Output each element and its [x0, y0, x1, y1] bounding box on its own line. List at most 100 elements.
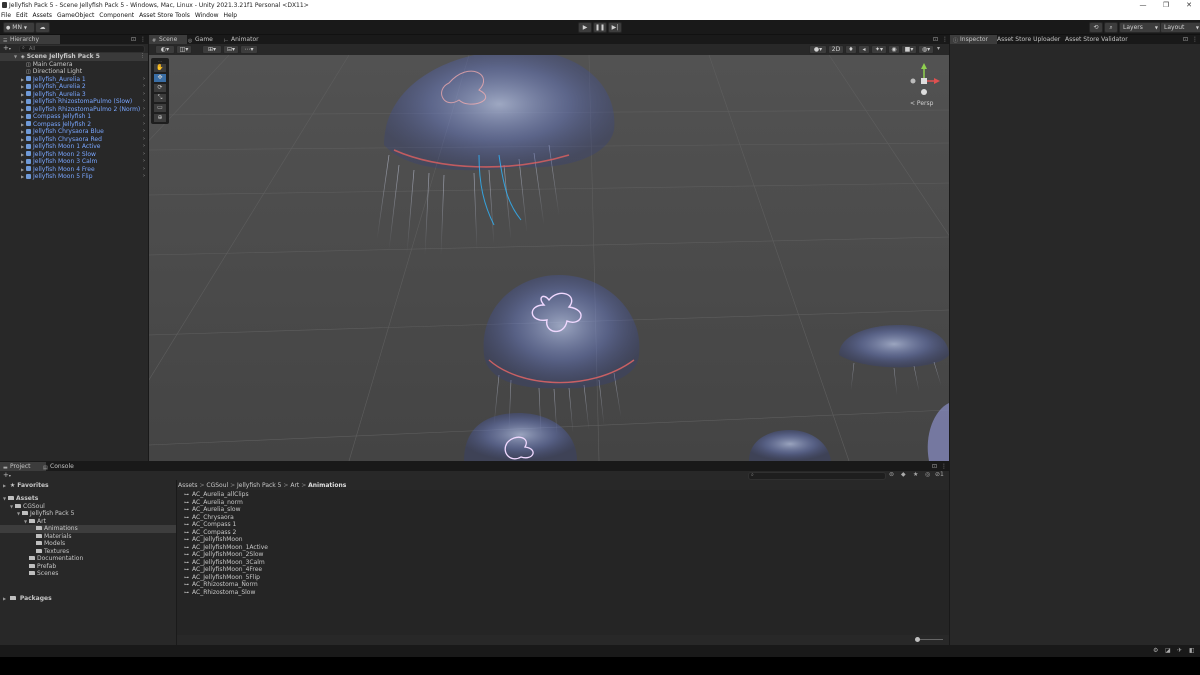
- transform-tool-button[interactable]: ⊕: [154, 114, 166, 122]
- hidden-objects-toggle[interactable]: ◉: [888, 45, 900, 54]
- hierarchy-item[interactable]: ▶ Jellyfish Chrysaora Red ›: [0, 136, 148, 144]
- folder-tree-item[interactable]: Documentation: [0, 555, 176, 563]
- file-item[interactable]: ⊶ AC_Aurelia_norm: [184, 499, 484, 507]
- favorites-row[interactable]: ▶ ★ Favorites: [0, 482, 176, 490]
- hierarchy-search-input[interactable]: ⌕ All: [19, 45, 145, 53]
- scale-tool-button[interactable]: ⤡: [154, 94, 166, 102]
- chevron-right-icon[interactable]: ›: [143, 173, 145, 181]
- rect-tool-button[interactable]: ▭: [154, 104, 166, 112]
- search-button[interactable]: ⌕: [1104, 22, 1118, 33]
- expand-arrow-icon[interactable]: ▼: [14, 53, 19, 61]
- layout-dropdown[interactable]: Layout ▼: [1160, 22, 1200, 33]
- tab-asset-store-uploader[interactable]: Asset Store Uploader: [989, 35, 1061, 44]
- chevron-right-icon[interactable]: ›: [143, 91, 145, 99]
- close-button[interactable]: ✕: [1184, 1, 1194, 9]
- file-item[interactable]: ⊶ AC_JellyfishMoon_1Active: [184, 544, 484, 552]
- minimize-button[interactable]: —: [1138, 1, 1148, 9]
- breadcrumb-item[interactable]: Art: [290, 482, 299, 489]
- orientation-gizmo[interactable]: < Persp: [904, 61, 944, 111]
- file-item[interactable]: ⊶ AC_JellyfishMoon_5Flip: [184, 574, 484, 582]
- audio-toggle[interactable]: ◂: [858, 45, 870, 54]
- file-item[interactable]: ⊶ AC_JellyfishMoon: [184, 536, 484, 544]
- drag-handle-icon[interactable]: ···: [154, 59, 166, 64]
- chevron-right-icon[interactable]: ›: [143, 76, 145, 84]
- menu-assets[interactable]: Assets: [32, 11, 55, 20]
- collab-icon[interactable]: ◧: [1189, 647, 1195, 654]
- add-object-button[interactable]: +▾: [3, 44, 11, 52]
- breadcrumb-item[interactable]: CGSoul: [206, 482, 228, 489]
- kebab-menu-icon[interactable]: ⋮: [140, 53, 145, 61]
- camera-dropdown[interactable]: ■▾: [901, 45, 917, 54]
- hierarchy-item[interactable]: ▶ Jellyfish Chrysaora Blue ›: [0, 128, 148, 136]
- scene-row[interactable]: ▼ ◈ Scene Jellyfish Pack 5 ⋮: [0, 53, 148, 61]
- package-visibility-icon[interactable]: ◎: [925, 471, 930, 478]
- file-item[interactable]: ⊶ AC_Chrysaora: [184, 514, 484, 522]
- packages-row[interactable]: ▶ Packages: [0, 595, 176, 603]
- folder-tree-item[interactable]: Textures: [0, 548, 176, 556]
- hierarchy-item[interactable]: ▶ Jellyfish_Aurelia 1 ›: [0, 76, 148, 84]
- lock-icon[interactable]: ⊡: [131, 36, 136, 43]
- hand-tool-button[interactable]: ✋: [154, 64, 166, 72]
- save-search-icon[interactable]: ★: [913, 471, 918, 478]
- breadcrumb-item[interactable]: Jellyfish Pack 5: [237, 482, 281, 489]
- folder-tree-item[interactable]: Models: [0, 540, 176, 548]
- kebab-menu-icon[interactable]: ⋮: [941, 463, 947, 470]
- hierarchy-item[interactable]: ▶ Jellyfish RhizostomaPulmo (Slow) ›: [0, 98, 148, 106]
- tab-game[interactable]: ◎ Game: [185, 35, 225, 44]
- menu-file[interactable]: File: [0, 11, 13, 20]
- file-item[interactable]: ⊶ AC_Rhizostoma_Slow: [184, 589, 484, 597]
- move-tool-button[interactable]: ✥: [154, 74, 166, 82]
- search-by-type-icon[interactable]: ⊜: [889, 471, 894, 478]
- play-button[interactable]: ▶: [578, 22, 592, 33]
- project-search-input[interactable]: ⌕: [748, 472, 886, 480]
- cache-server-icon[interactable]: ◪: [1165, 647, 1171, 654]
- menu-gameobject[interactable]: GameObject: [56, 11, 96, 20]
- folder-tree-item[interactable]: Prefab: [0, 563, 176, 571]
- menu-edit[interactable]: Edit: [15, 11, 30, 20]
- tab-scene[interactable]: # Scene: [149, 35, 187, 44]
- chevron-right-icon[interactable]: ›: [143, 158, 145, 166]
- file-item[interactable]: ⊶ AC_JellyfishMoon_2Slow: [184, 551, 484, 559]
- menu-help[interactable]: Help: [222, 11, 239, 20]
- debug-mode-icon[interactable]: ✈: [1177, 647, 1182, 654]
- expand-arrow-icon[interactable]: ▶: [3, 595, 8, 603]
- lighting-toggle[interactable]: ♦: [845, 45, 857, 54]
- chevron-right-icon[interactable]: ›: [143, 136, 145, 144]
- more-options-icon[interactable]: ▾: [937, 45, 940, 52]
- hierarchy-item[interactable]: ◫ Directional Light: [0, 68, 148, 76]
- draw-mode-dropdown[interactable]: ◐▾: [155, 45, 175, 54]
- pause-button[interactable]: ❚❚: [593, 22, 607, 33]
- pivot-dropdown[interactable]: ⊞▾: [202, 45, 222, 54]
- chevron-right-icon[interactable]: ›: [143, 98, 145, 106]
- snap-dropdown[interactable]: ⋯▾: [240, 45, 258, 54]
- icon-size-slider[interactable]: [917, 639, 943, 640]
- kebab-menu-icon[interactable]: ⋮: [942, 36, 948, 43]
- chevron-right-icon[interactable]: ›: [143, 106, 145, 114]
- tab-console[interactable]: ▤ Console: [40, 462, 86, 471]
- chevron-right-icon[interactable]: ›: [143, 113, 145, 121]
- chevron-right-icon[interactable]: ›: [143, 166, 145, 174]
- history-button[interactable]: ⟲: [1089, 22, 1103, 33]
- maximize-button[interactable]: ❐: [1161, 1, 1171, 9]
- tab-asset-store-validator[interactable]: Asset Store Validator: [1057, 35, 1131, 44]
- folder-tree-item[interactable]: ▼ Art: [0, 518, 176, 526]
- kebab-menu-icon[interactable]: ⋮: [140, 36, 146, 43]
- folder-tree-item[interactable]: Animations: [0, 525, 176, 533]
- step-button[interactable]: ▶|: [608, 22, 622, 33]
- scene-viewport[interactable]: ··· ✋ ✥ ⟳ ⤡ ▭ ⊕ < Persp: [149, 55, 949, 461]
- hierarchy-item[interactable]: ▶ Jellyfish Moon 5 Flip ›: [0, 173, 148, 181]
- file-item[interactable]: ⊶ AC_Aurelia_slow: [184, 506, 484, 514]
- breadcrumb-item[interactable]: Assets: [178, 482, 198, 489]
- hierarchy-item[interactable]: ▶ Jellyfish RhizostomaPulmo 2 (Norm) ›: [0, 106, 148, 114]
- lock-icon[interactable]: ⊡: [933, 36, 938, 43]
- hierarchy-item[interactable]: ◫ Main Camera: [0, 61, 148, 69]
- shading-mode-dropdown[interactable]: ●▾: [809, 45, 827, 54]
- gizmos-dropdown[interactable]: ◍▾: [918, 45, 934, 54]
- global-dropdown[interactable]: ⊟▾: [223, 45, 239, 54]
- chevron-right-icon[interactable]: ›: [143, 83, 145, 91]
- expand-arrow-icon[interactable]: ▶: [3, 482, 8, 490]
- file-item[interactable]: ⊶ AC_Compass 2: [184, 529, 484, 537]
- hierarchy-item[interactable]: ▶ Compass Jellyfish 2 ›: [0, 121, 148, 129]
- file-item[interactable]: ⊶ AC_Compass 1: [184, 521, 484, 529]
- folder-tree-item[interactable]: Scenes: [0, 570, 176, 578]
